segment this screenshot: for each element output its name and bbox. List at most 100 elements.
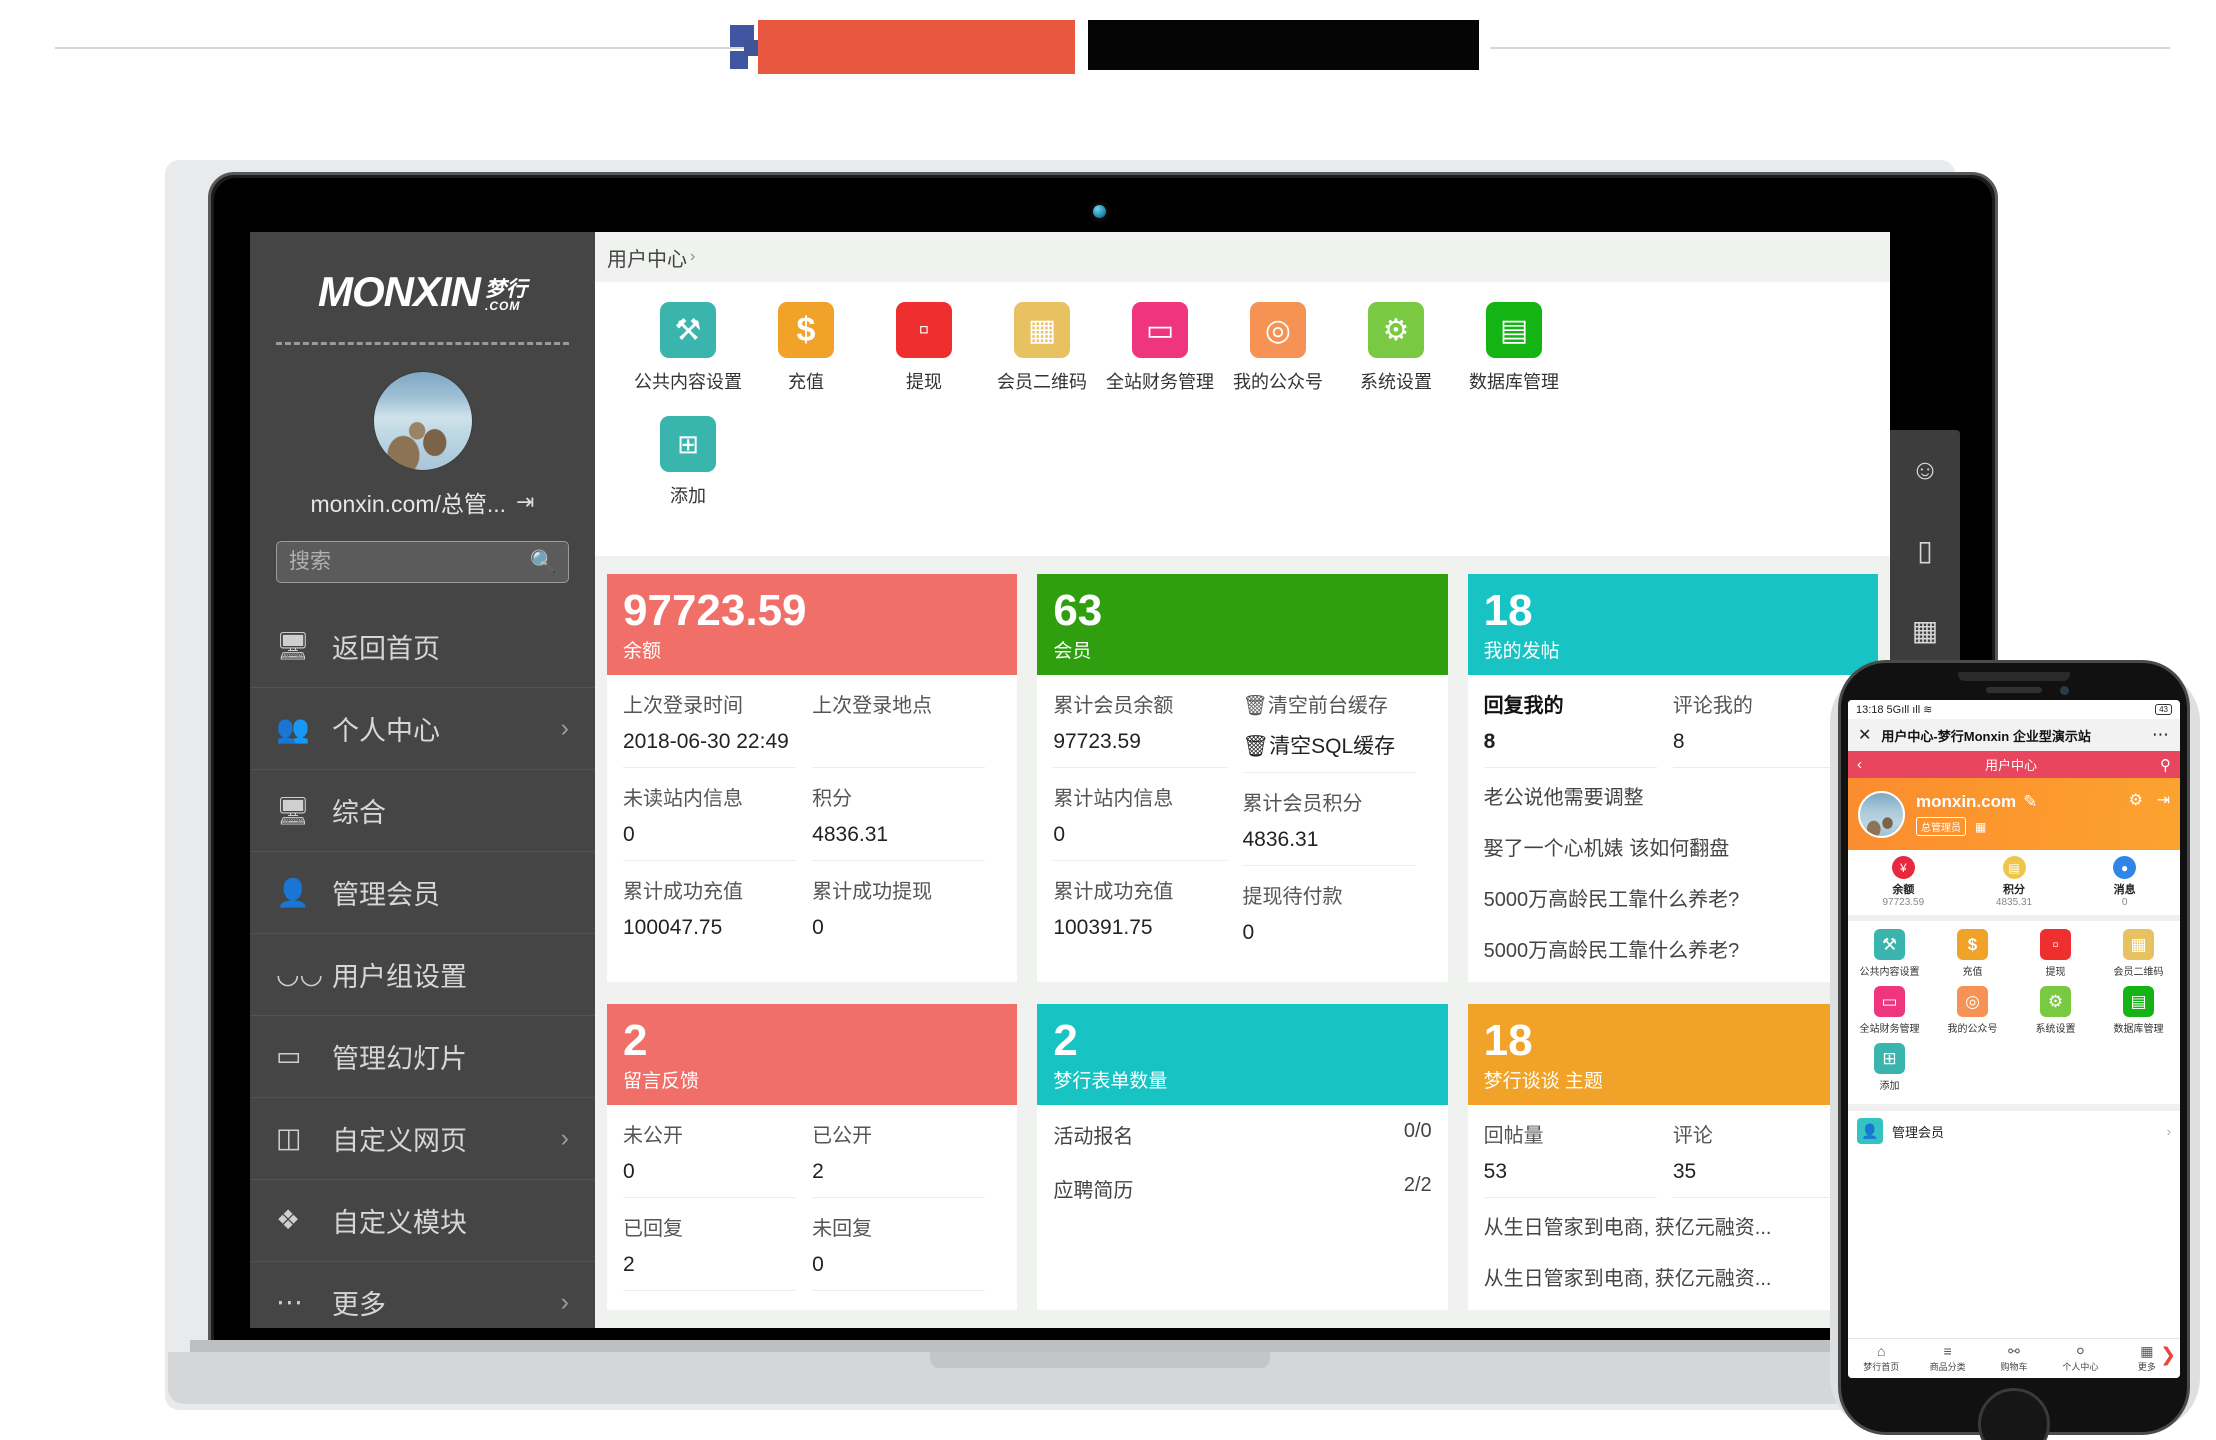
card-body: 回复我的 8 评论我的 8 老公说他需要调整 5	[1468, 675, 1878, 982]
card-body: 回帖量 53 评论 35 从生日管家到电商, 获亿元融资... 从生日管家到电商,	[1468, 1105, 1878, 1310]
kv-value: 2	[812, 1160, 824, 1184]
avatar[interactable]	[372, 371, 473, 471]
quick-action-withdraw[interactable]: ▫ 提现	[865, 302, 983, 394]
phone-action-site-finance[interactable]: ▭ 全站财务管理	[1848, 986, 1931, 1035]
sidebar-item-custom-modules[interactable]: ❖ 自定义模块	[250, 1179, 595, 1261]
pencil-icon[interactable]: ✎	[2023, 792, 2037, 812]
search-icon[interactable]: 🔍	[530, 549, 557, 575]
kv-value: 0	[1242, 921, 1255, 945]
tab-profile[interactable]: ⚪ 个人中心	[2047, 1344, 2113, 1373]
quick-action-label: 提现	[906, 372, 942, 392]
chat-icon[interactable]: ▯	[1890, 510, 1960, 590]
card-body: 上次登录时间 2018-06-30 22:49 未读站内信息 0 累计成功充值 100…	[607, 675, 1017, 963]
phone-action-database[interactable]: ▤ 数据库管理	[2097, 986, 2180, 1035]
sidebar-item-overview[interactable]: 🖥 综合	[250, 769, 595, 851]
tab-categories[interactable]: ≡ 商品分类	[1914, 1344, 1980, 1373]
avatar[interactable]	[1858, 790, 1905, 838]
gear-icon: ⚙	[2040, 986, 2071, 1017]
wechat-official-icon: ◎	[1957, 986, 1988, 1017]
back-icon[interactable]: ‹	[1857, 756, 1862, 773]
kv-value: 53	[1483, 1160, 1508, 1184]
quick-action-public-content[interactable]: ⚒ 公共内容设置	[629, 302, 747, 394]
clear-sql-cache-button[interactable]: 🗑清空SQL缓存	[1243, 730, 1416, 760]
quick-action-member-qrcode[interactable]: ▦ 会员二维码	[983, 302, 1101, 394]
phone-stat-label: 余额	[1892, 884, 1915, 896]
sidebar: MONXIN 梦行 .COM monxin.com/总管... ⇥ 🔍	[250, 232, 595, 1328]
tabbar-next-arrow-icon[interactable]: ❯	[2160, 1344, 2176, 1367]
quick-action-add[interactable]: ⊞ 添加	[629, 416, 747, 508]
post-list-item[interactable]: 5000万高龄民工靠什么养老?	[1484, 921, 1862, 972]
gear-icon: ⚙	[1368, 302, 1424, 358]
phone-stat-messages[interactable]: ● 消息 0	[2069, 856, 2180, 908]
card-kv: 评论我的 8	[1672, 675, 1846, 769]
quick-action-database[interactable]: ▤ 数据库管理	[1455, 302, 1573, 394]
phone-action-withdraw[interactable]: ▫ 提现	[2014, 929, 2097, 978]
tab-home[interactable]: ⌂ 梦行首页	[1848, 1344, 1914, 1373]
phone-stat-value: 4835.31	[1995, 897, 2033, 908]
phone-action-official-account[interactable]: ◎ 我的公众号	[1931, 986, 2014, 1035]
post-list-item[interactable]: 老公说他需要调整 5	[1484, 768, 1862, 819]
sidebar-item-custom-pages[interactable]: ◫ 自定义网页 ›	[250, 1097, 595, 1179]
phone-action-system-settings[interactable]: ⚙ 系统设置	[2014, 986, 2097, 1035]
phone-page-title: 用户中心	[1984, 758, 2037, 773]
sidebar-item-user-groups[interactable]: ◡◡ 用户组设置	[250, 933, 595, 1015]
card-kv: 未公开 0	[623, 1105, 797, 1199]
phone-action-recharge[interactable]: $ 充值	[1931, 929, 2014, 978]
brand-logo[interactable]: MONXIN 梦行 .COM	[250, 232, 595, 342]
chevron-right-icon: ›	[560, 714, 569, 742]
user-icon: 👤	[1857, 1118, 1883, 1144]
topic-list-item[interactable]: 从生日管家到电商, 获亿元融资...	[1484, 1198, 1862, 1249]
form-row[interactable]: 活动报名 0/0	[1053, 1105, 1431, 1159]
topic-list-item[interactable]: 从生日管家到电商, 获亿元融资...	[1484, 1249, 1862, 1300]
sidebar-item-slideshow[interactable]: ▭ 管理幻灯片	[250, 1015, 595, 1097]
quick-action-recharge[interactable]: $ 充值	[747, 302, 865, 394]
phone-action-label: 数据库管理	[2113, 1024, 2164, 1035]
brand-name-cn: 梦行	[485, 278, 527, 301]
kv-key: 累计成功充值	[1053, 881, 1174, 904]
kv-key: 累计成功充值	[623, 881, 743, 904]
phone-list-item-manage-members[interactable]: 👤 管理会员 ›	[1848, 1110, 2180, 1151]
post-list-item[interactable]: 5000万高龄民工靠什么养老?	[1484, 870, 1862, 921]
brand-domain: .COM	[485, 299, 521, 313]
post-title: 老公说他需要调整	[1483, 787, 1644, 810]
tab-cart[interactable]: ⚯ 购物车	[1981, 1344, 2047, 1373]
post-list-item[interactable]: 娶了一个心机婊 该如何翻盘	[1484, 819, 1862, 870]
wechat-icon[interactable]: ☺	[1890, 430, 1960, 510]
quick-action-label: 公共内容设置	[634, 372, 742, 392]
gear-icon[interactable]: ⚙	[2129, 790, 2143, 810]
card-kv: 评论 35	[1672, 1105, 1846, 1199]
close-icon[interactable]: ✕	[1858, 725, 1871, 745]
clear-frontend-cache-button[interactable]: 🗑清空前台缓存	[1243, 689, 1416, 718]
quick-action-official-account[interactable]: ◎ 我的公众号	[1219, 302, 1337, 394]
qr-icon[interactable]: ▦	[1975, 820, 1986, 834]
form-label: 应聘简历	[1053, 1180, 1134, 1203]
phone-action-public-content[interactable]: ⚒ 公共内容设置	[1848, 929, 1931, 978]
breadcrumb-separator: ›	[690, 248, 696, 265]
phone-stat-value: 0	[2121, 897, 2128, 908]
logout-icon[interactable]: ⇥	[2157, 790, 2170, 810]
logout-icon[interactable]: ⇥	[516, 489, 534, 515]
more-dots-icon[interactable]: ⋯	[2152, 725, 2170, 745]
kv-value: 0	[623, 823, 635, 847]
qr-icon[interactable]: ▦	[1890, 590, 1960, 670]
sidebar-item-home[interactable]: 🖥 返回首页	[250, 605, 595, 687]
sidebar-item-personal-center[interactable]: 👥 个人中心 ›	[250, 687, 595, 769]
breadcrumb-item[interactable]: 用户中心	[607, 243, 687, 272]
group-icon: ◡◡	[276, 959, 324, 989]
users-icon: 👥	[276, 713, 310, 744]
quick-action-site-finance[interactable]: ▭ 全站财务管理	[1101, 302, 1219, 394]
sidebar-item-manage-members[interactable]: 👤 管理会员	[250, 851, 595, 933]
database-icon: ▤	[2123, 986, 2154, 1017]
phone-stat-balance[interactable]: ¥ 余额 97723.59	[1848, 856, 1959, 908]
search-input[interactable]	[276, 541, 569, 583]
finance-icon: ▭	[1874, 986, 1905, 1017]
search-icon[interactable]: ⚲	[2160, 756, 2171, 774]
phone-action-add[interactable]: ⊞ 添加	[1848, 1043, 1931, 1092]
chevron-right-icon: ›	[2166, 1123, 2171, 1139]
phone-stat-points[interactable]: ▤ 积分 4835.31	[1959, 856, 2070, 908]
form-row[interactable]: 应聘简历 2/2	[1053, 1159, 1431, 1213]
card-kv: 已回复 2	[623, 1198, 797, 1292]
phone-action-member-qrcode[interactable]: ▦ 会员二维码	[2097, 929, 2180, 978]
sidebar-item-more[interactable]: ⋯ 更多 ›	[250, 1261, 595, 1328]
quick-action-system-settings[interactable]: ⚙ 系统设置	[1337, 302, 1455, 394]
